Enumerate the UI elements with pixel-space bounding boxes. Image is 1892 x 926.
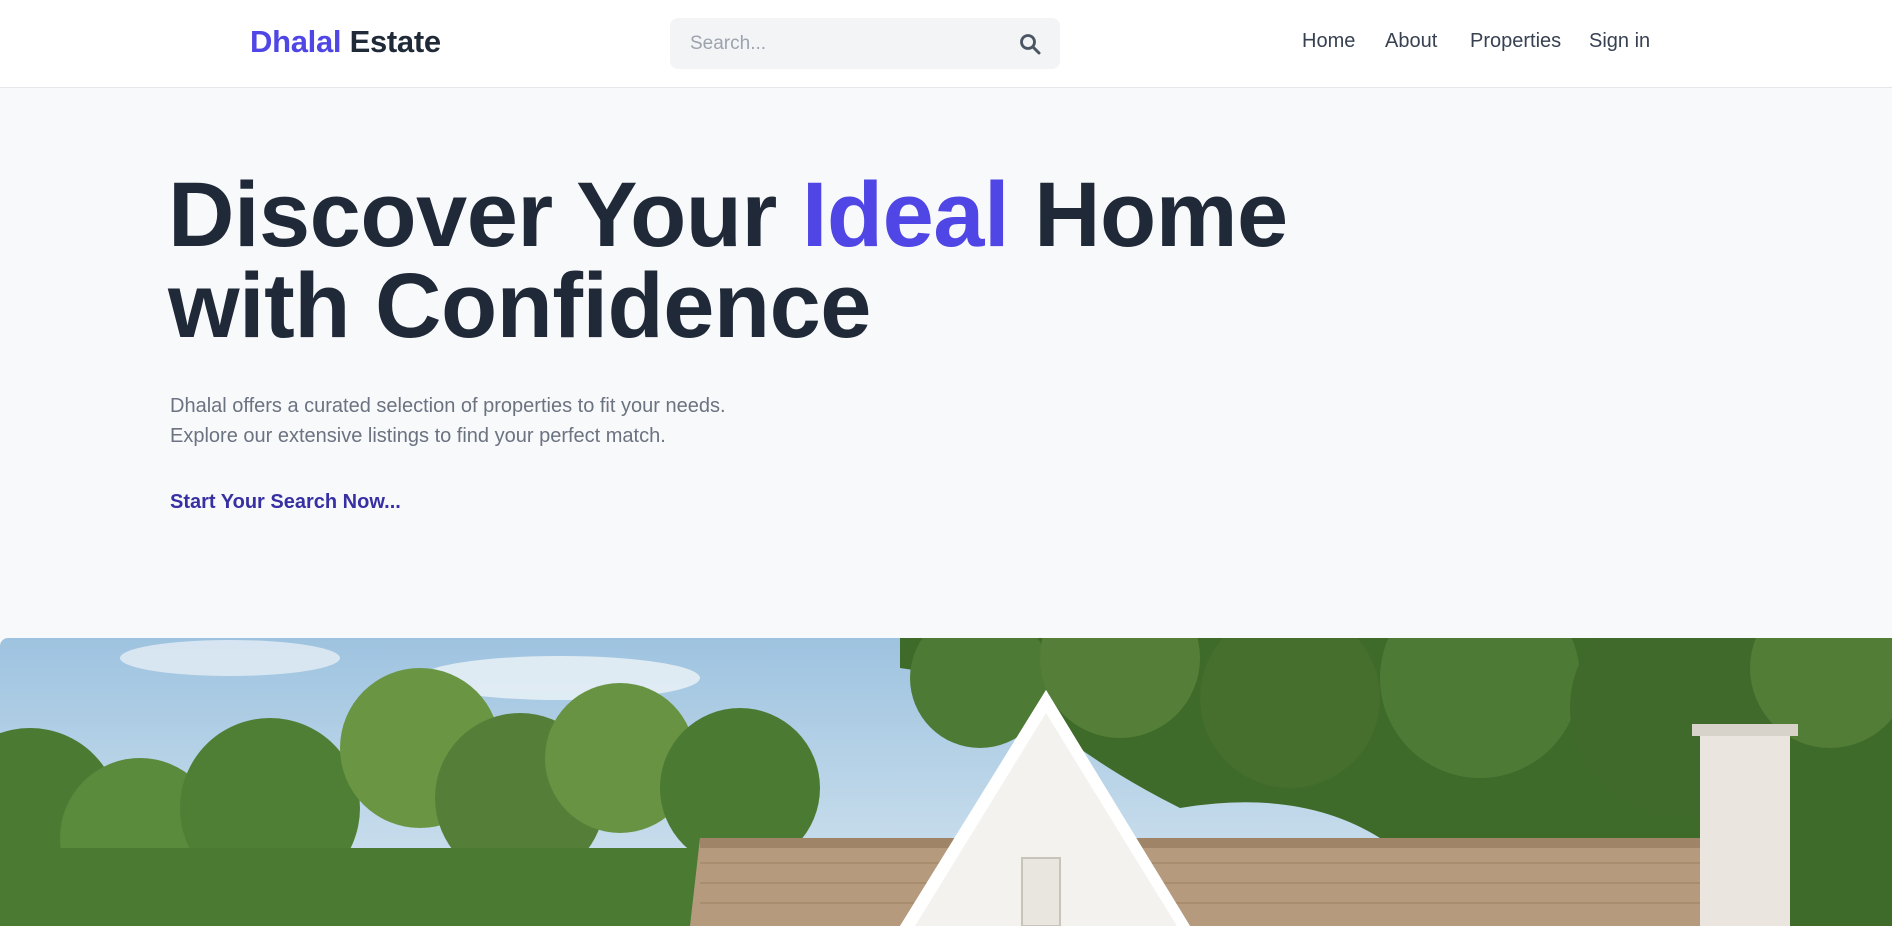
nav-link-about[interactable]: About [1385, 30, 1437, 53]
hero-title-line2: with Confidence [168, 255, 871, 357]
nav-link-properties[interactable]: Properties [1470, 30, 1561, 53]
search-form [670, 18, 1060, 69]
site-header: Dhalal Estate Home About Properties Sign… [0, 0, 1892, 88]
hero-house-image [0, 638, 1892, 926]
search-icon[interactable] [1018, 32, 1042, 56]
nav-link-sign-in[interactable]: Sign in [1589, 30, 1650, 53]
hero-description: Dhalal offers a curated selection of pro… [170, 391, 726, 451]
nav-link-home[interactable]: Home [1302, 30, 1355, 53]
hero-title-highlight: Ideal [801, 164, 1010, 266]
hero-title-part2: Home [1009, 164, 1288, 266]
search-input[interactable] [670, 18, 1000, 69]
hero-title-part1: Discover Your [168, 164, 802, 266]
hero-description-line2: Explore our extensive listings to find y… [170, 425, 666, 447]
logo-accent-text: Dhalal [250, 24, 342, 59]
start-search-link[interactable]: Start Your Search Now... [170, 491, 401, 514]
hero-description-line1: Dhalal offers a curated selection of pro… [170, 395, 726, 417]
logo-main-text: Estate [349, 24, 442, 59]
site-logo[interactable]: Dhalal Estate [250, 24, 441, 60]
hero-title: Discover Your Ideal Home with Confidence [168, 169, 1668, 352]
